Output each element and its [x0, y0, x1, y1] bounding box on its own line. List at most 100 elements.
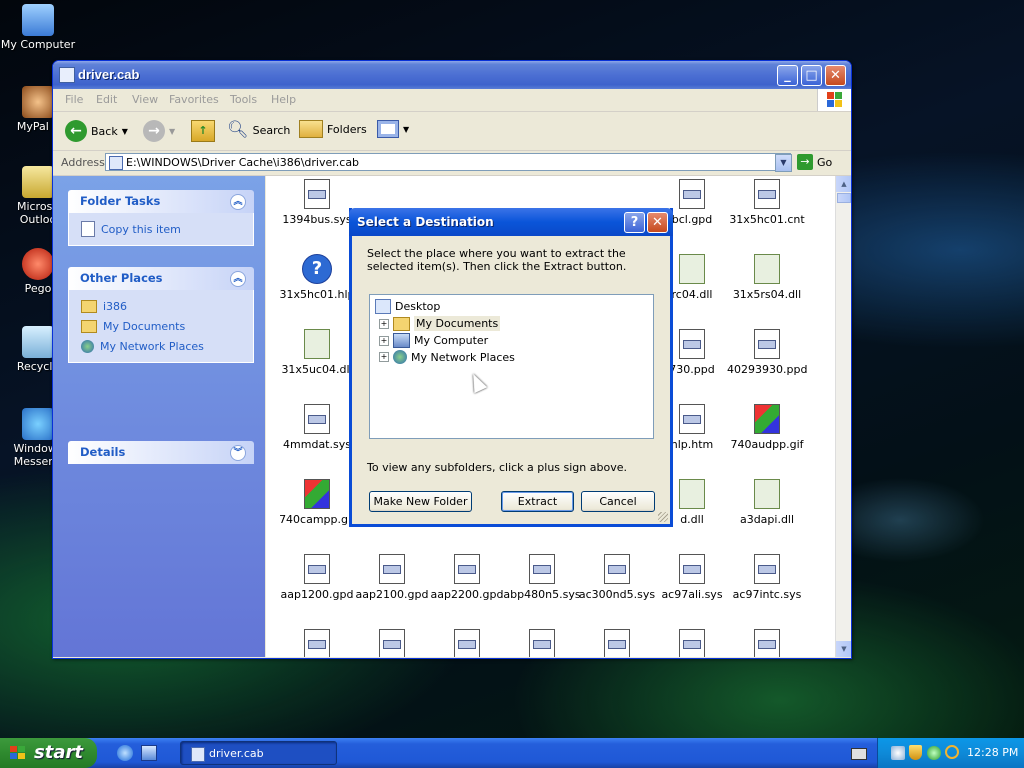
folders-label: Folders [327, 122, 367, 136]
file-item[interactable]: ac97ali.sys [652, 554, 732, 601]
details-panel: Details ︾ [68, 441, 254, 464]
file-item[interactable]: ? 31x5hc01.hlp [277, 254, 357, 301]
file-item[interactable]: aap1200.gpd [277, 554, 357, 601]
security-shield-icon[interactable] [909, 745, 922, 760]
file-name: 740audpp.gif [730, 438, 804, 451]
tree-node-desktop[interactable]: Desktop [375, 299, 440, 314]
help-button[interactable]: ? [624, 212, 645, 233]
cancel-button[interactable]: Cancel [581, 491, 655, 512]
expand-icon[interactable]: ︾ [230, 445, 246, 461]
clock[interactable]: 12:28 PM [967, 746, 1018, 759]
show-desktop-quicklaunch-icon[interactable] [141, 745, 157, 761]
back-label: Back [91, 124, 118, 138]
file-item[interactable] [577, 629, 657, 657]
keyboard-icon[interactable] [851, 748, 867, 760]
scroll-down-button[interactable]: ▼ [836, 641, 851, 657]
address-dropdown-button[interactable]: ▼ [775, 154, 792, 172]
update-tray-icon[interactable] [927, 746, 941, 760]
collapse-icon[interactable]: ︽ [230, 194, 246, 210]
back-button[interactable]: ← Back ▼ [65, 120, 128, 142]
folder-tasks-header[interactable]: Folder Tasks ︽ [68, 190, 254, 213]
dialog-close-button[interactable]: ✕ [647, 212, 668, 233]
outlook-icon [22, 166, 54, 198]
file-icon [679, 404, 705, 434]
file-item[interactable] [727, 629, 807, 657]
file-item[interactable]: 740audpp.gif [727, 404, 807, 451]
file-item[interactable]: 31x5hc01.cnt [727, 179, 807, 226]
go-button[interactable]: → Go [797, 154, 832, 170]
up-folder-button[interactable]: ↑ [191, 120, 215, 142]
forward-button[interactable]: → ▼ [143, 120, 175, 142]
vertical-scrollbar[interactable]: ▲ ▼ [835, 176, 851, 657]
menu-file[interactable]: File [65, 93, 83, 106]
menu-edit[interactable]: Edit [96, 93, 117, 106]
folder-tree[interactable]: Desktop + My Documents + My Computer + M… [369, 294, 654, 439]
title-bar[interactable]: driver.cab _ □ ✕ [53, 61, 851, 89]
make-new-folder-button[interactable]: Make New Folder [369, 491, 472, 512]
address-value: E:\WINDOWS\Driver Cache\i386\driver.cab [126, 156, 360, 169]
desktop-icon-label: My Computer [0, 38, 76, 51]
file-item[interactable]: a3dapi.dll [727, 479, 807, 526]
file-icon [754, 554, 780, 584]
file-icon [454, 554, 480, 584]
file-item[interactable] [352, 629, 432, 657]
file-item[interactable]: 4mmdat.sys [277, 404, 357, 451]
scroll-thumb[interactable] [837, 193, 851, 203]
menu-tools[interactable]: Tools [230, 93, 257, 106]
place-link-i386[interactable]: i386 [81, 296, 253, 316]
file-item[interactable] [652, 629, 732, 657]
copy-this-item-link[interactable]: Copy this item [81, 219, 253, 239]
expand-plus-icon[interactable]: + [379, 352, 389, 362]
menu-help[interactable]: Help [271, 93, 296, 106]
start-button[interactable]: start [0, 738, 97, 768]
place-link-my-documents[interactable]: My Documents [81, 316, 253, 336]
maximize-button[interactable]: □ [801, 65, 822, 86]
file-item[interactable] [427, 629, 507, 657]
file-item[interactable]: ac97intc.sys [727, 554, 807, 601]
file-icon [379, 629, 405, 657]
views-button[interactable]: ▼ [377, 120, 409, 138]
file-item[interactable]: abp480n5.sys [502, 554, 582, 601]
file-item[interactable] [277, 629, 357, 657]
place-link-my-network-places[interactable]: My Network Places [81, 336, 253, 356]
file-item[interactable]: aap2100.gpd [352, 554, 432, 601]
search-button[interactable]: 🔍︎ Search [227, 120, 290, 140]
extract-button[interactable]: Extract [501, 491, 574, 512]
other-places-header[interactable]: Other Places ︽ [68, 267, 254, 290]
file-item[interactable]: aap2200.gpd [427, 554, 507, 601]
file-item[interactable]: 40293930.ppd [727, 329, 807, 376]
search-tray-icon[interactable] [945, 745, 959, 759]
collapse-icon[interactable]: ︽ [230, 271, 246, 287]
network-places-icon [393, 350, 407, 364]
expand-plus-icon[interactable]: + [379, 318, 389, 329]
tree-node-my-network-places[interactable]: + My Network Places [379, 350, 515, 364]
file-name: d.dll [680, 513, 704, 526]
menu-view[interactable]: View [132, 93, 158, 106]
file-name: 31x5uc04.dll [281, 363, 353, 376]
desktop-icon-my-computer[interactable]: My Computer [0, 4, 78, 51]
file-item[interactable]: 31x5uc04.dll [277, 329, 357, 376]
file-item[interactable]: ac300nd5.sys [577, 554, 657, 601]
file-item[interactable] [502, 629, 582, 657]
details-header[interactable]: Details ︾ [68, 441, 254, 464]
file-item[interactable]: 1394bus.sys [277, 179, 357, 226]
taskbar-item-driver-cab[interactable]: driver.cab [180, 741, 337, 765]
minimize-button[interactable]: _ [777, 65, 798, 86]
file-item[interactable]: 31x5rs04.dll [727, 254, 807, 301]
menu-favorites[interactable]: Favorites [169, 93, 219, 106]
file-icon [304, 629, 330, 657]
tree-node-my-computer[interactable]: + My Computer [379, 333, 488, 348]
tree-node-my-documents[interactable]: + My Documents [379, 316, 501, 331]
folders-button[interactable]: Folders [299, 120, 367, 138]
dialog-title-bar[interactable]: Select a Destination ? ✕ [349, 208, 673, 236]
resize-grip[interactable] [658, 512, 668, 522]
scroll-up-button[interactable]: ▲ [836, 176, 851, 192]
dialog-title: Select a Destination [357, 215, 494, 229]
ie-quicklaunch-icon[interactable] [117, 745, 133, 761]
file-icon [529, 554, 555, 584]
expand-plus-icon[interactable]: + [379, 335, 389, 346]
file-item[interactable]: 740campp.gif [277, 479, 357, 526]
network-tray-icon[interactable] [891, 746, 905, 760]
address-input[interactable]: E:\WINDOWS\Driver Cache\i386\driver.cab [105, 153, 791, 171]
close-button[interactable]: ✕ [825, 65, 846, 86]
